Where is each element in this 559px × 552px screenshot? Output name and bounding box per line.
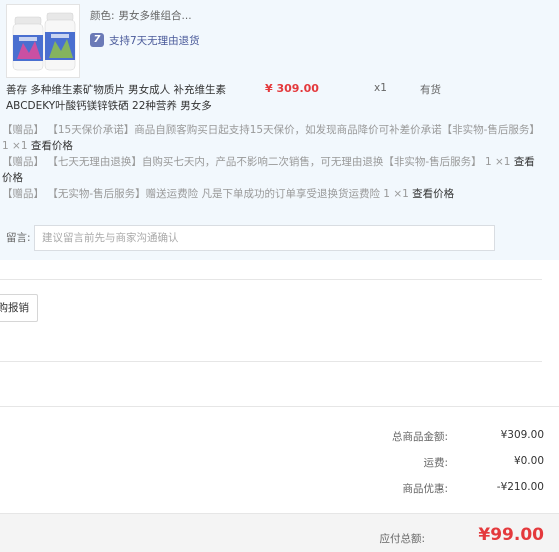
service-description: 【七天无理由退换】自购买七天内，产品不影响二次销售，可无理由退换【非实物-售后服… (47, 156, 511, 168)
view-price-link[interactable]: 查看价格 (31, 140, 73, 152)
service-description: 【无实物-售后服务】赠送运费险 凡是下单成功的订单享受退换货运费险 1 ×1 (47, 188, 409, 200)
section-divider (0, 361, 542, 362)
product-quantity: x1 (374, 82, 387, 94)
subtotal-label: 总商品金额: (391, 431, 448, 443)
gift-tag: 【赠品】 (2, 188, 44, 200)
service-description: 【15天保价承诺】商品自顾客购买日起支持15天保价，如发现商品降价可补差价承诺【… (2, 124, 540, 152)
color-label: 颜色: (90, 10, 115, 22)
section-divider (0, 279, 542, 280)
product-name[interactable]: 善存 多种维生素矿物质片 男女成人 补充维生素ABCDEKY叶酸钙镁锌铁硒 22… (6, 82, 228, 114)
total-payable-value: ¥99.00 (478, 525, 544, 545)
service-gift-item: 【赠品】 【无实物-售后服务】赠送运费险 凡是下单成功的订单享受退换货运费险 1… (2, 186, 542, 202)
service-gift-list: 【赠品】 【15天保价承诺】商品自顾客购买日起支持15天保价，如发现商品降价可补… (2, 122, 542, 202)
gift-tag: 【赠品】 (2, 124, 44, 136)
gift-tag: 【赠品】 (2, 156, 44, 168)
section-divider (0, 406, 559, 407)
product-thumbnail[interactable] (6, 4, 80, 78)
service-gift-item: 【赠品】 【七天无理由退换】自购买七天内，产品不影响二次销售，可无理由退换【非实… (2, 154, 542, 186)
seven-day-return-icon: 7 (90, 33, 104, 47)
color-value: 男女多维组合... (118, 10, 192, 22)
message-label: 留言: (6, 232, 31, 244)
product-price: ¥ 309.00 (265, 82, 319, 95)
discount-label: 商品优惠: (402, 483, 448, 495)
subtotal-row: 总商品金额: ¥309.00 (244, 429, 544, 445)
order-item-panel: 颜色: 男女多维组合... 7 支持7天无理由退货 善存 多种维生素矿物质片 男女… (0, 0, 559, 260)
product-image (7, 5, 79, 77)
seller-message-input[interactable] (34, 225, 495, 251)
return-policy-text[interactable]: 支持7天无理由退货 (109, 33, 200, 48)
service-gift-item: 【赠品】 【15天保价承诺】商品自顾客购买日起支持15天保价，如发现商品降价可补… (2, 122, 542, 154)
discount-value: -¥210.00 (496, 481, 544, 493)
invoice-button[interactable]: 购报销 (0, 294, 38, 322)
view-price-link[interactable]: 查看价格 (412, 188, 454, 200)
shipping-value: ¥0.00 (513, 455, 544, 467)
shipping-row: 运费: ¥0.00 (244, 455, 544, 471)
discount-row: 商品优惠: -¥210.00 (244, 481, 544, 497)
total-payable-label: 应付总额: (379, 533, 425, 545)
return-policy-row: 7 支持7天无理由退货 (90, 32, 200, 48)
total-payable-bar: 应付总额: ¥99.00 (0, 513, 559, 552)
product-color-row: 颜色: 男女多维组合... (90, 8, 192, 23)
stock-status: 有货 (420, 84, 441, 96)
shipping-label: 运费: (423, 457, 448, 469)
subtotal-value: ¥309.00 (500, 429, 544, 441)
